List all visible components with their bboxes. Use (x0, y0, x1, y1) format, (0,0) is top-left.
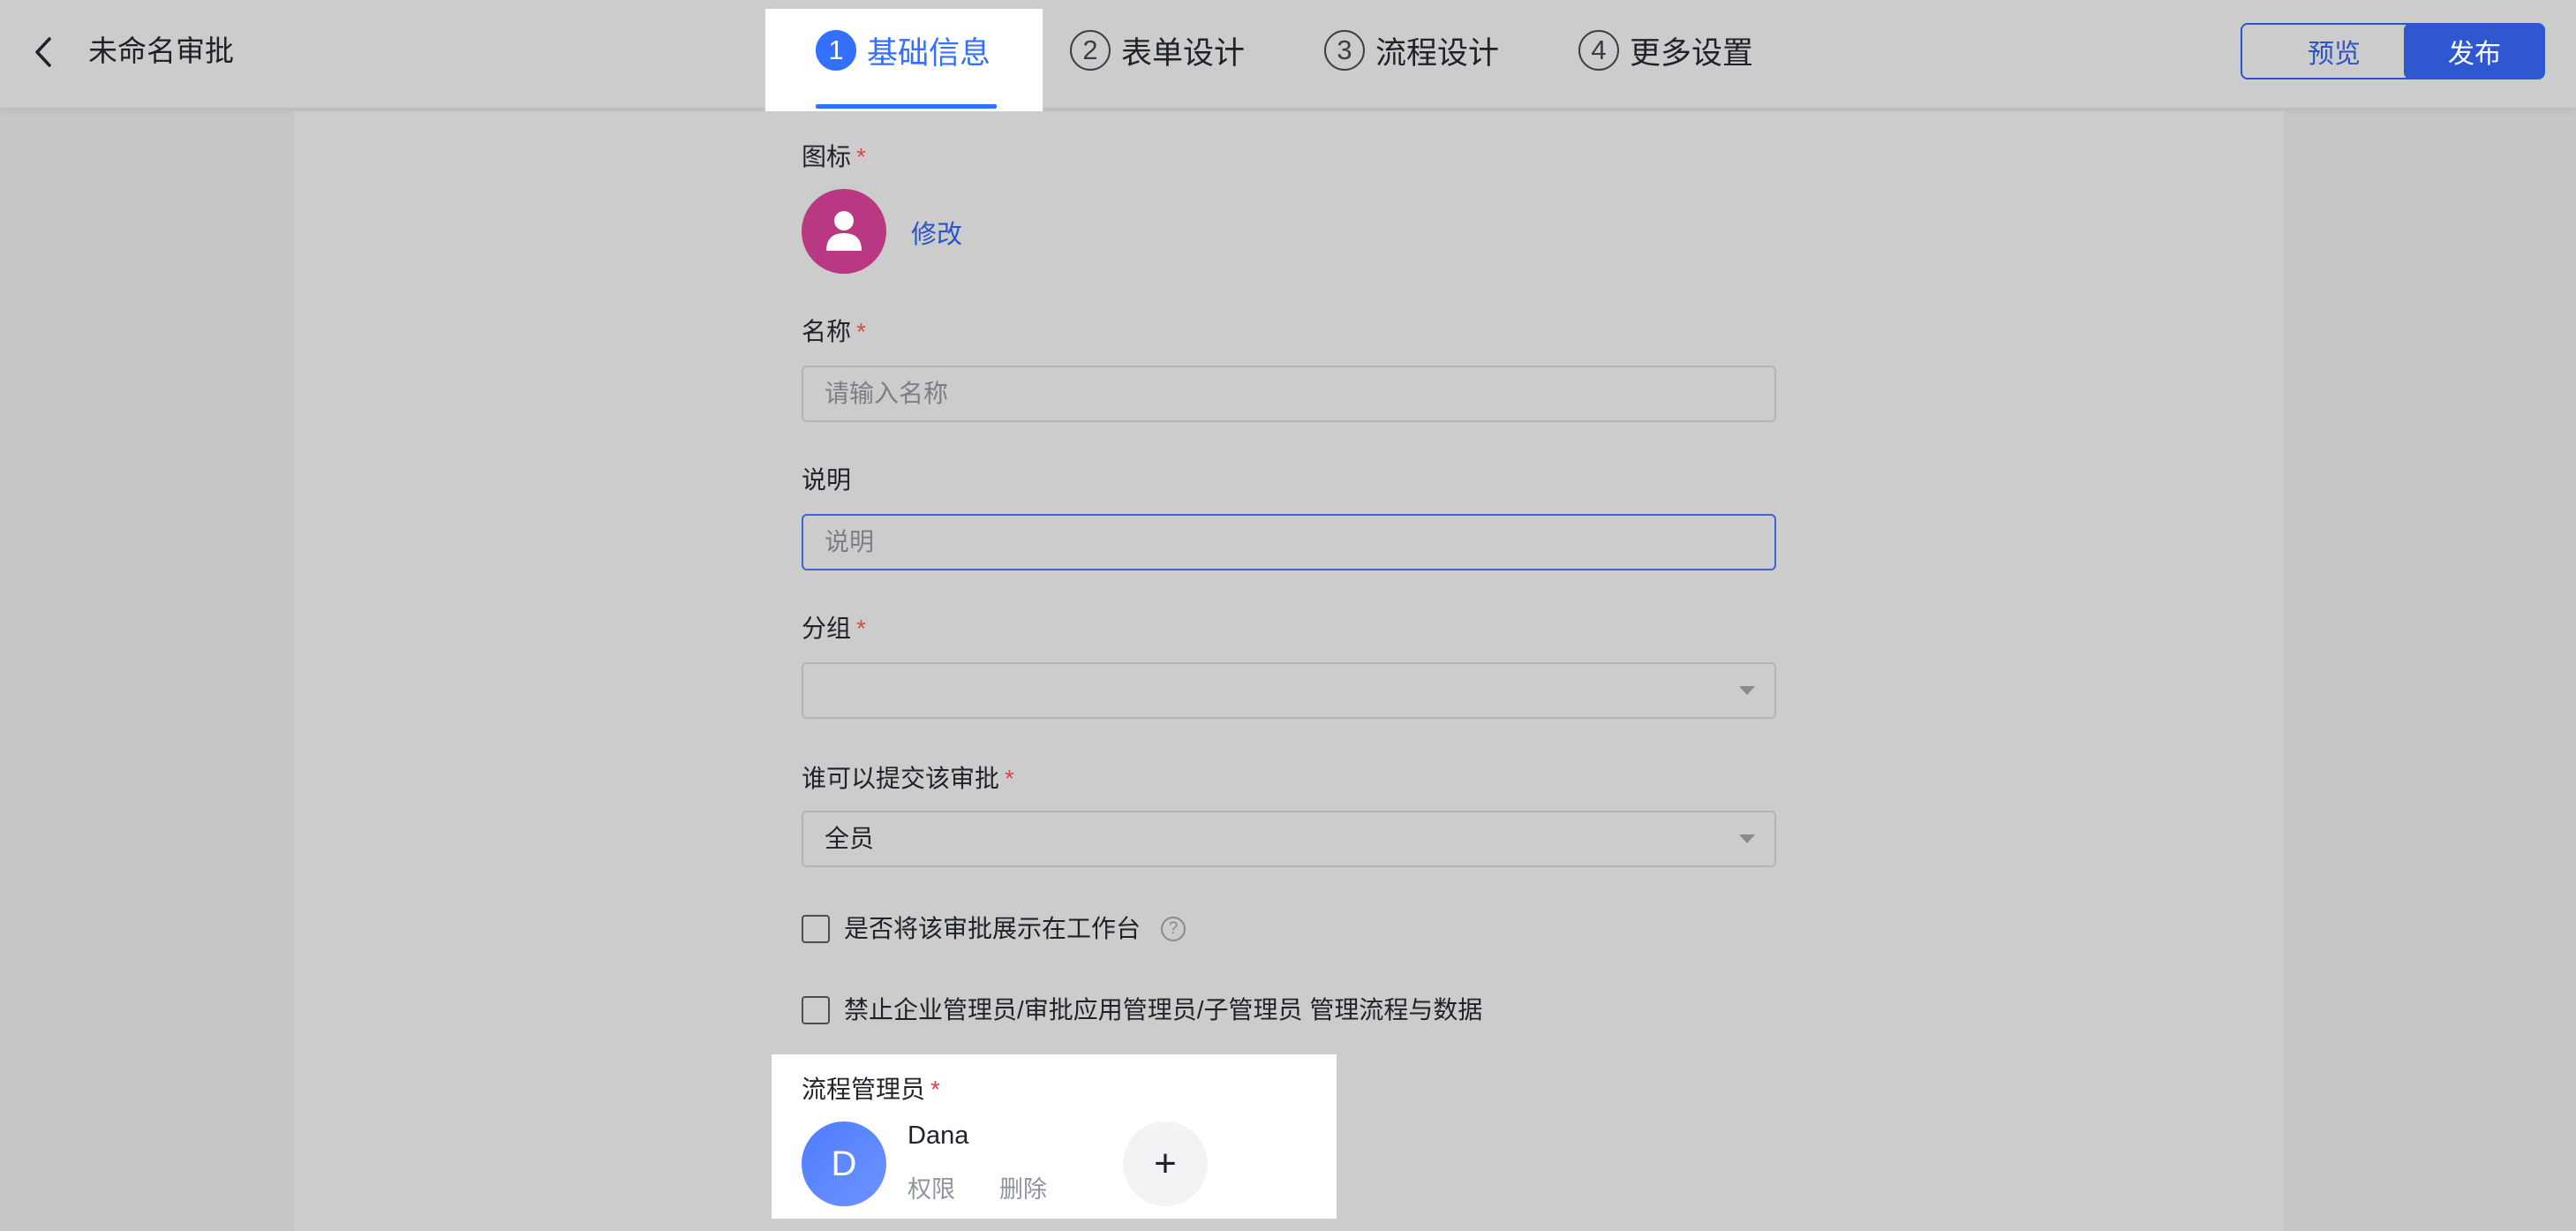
user-icon (826, 211, 862, 251)
tab-more-settings[interactable]: 4 更多设置 (1578, 26, 1753, 74)
modify-icon-link[interactable]: 修改 (911, 214, 962, 251)
label-text: 分组 (802, 615, 852, 642)
icon-field-label: 图标 * (802, 140, 866, 175)
name-input[interactable]: 请输入名称 (802, 366, 1776, 422)
label-text: 谁可以提交该审批 (802, 765, 1000, 792)
manager-name: Dana (908, 1121, 969, 1150)
preview-button[interactable]: 预览 (2241, 23, 2428, 79)
add-manager-button[interactable]: + (1123, 1121, 1208, 1206)
selected-value: 全员 (825, 825, 875, 852)
tab-basic-info[interactable]: 1 基础信息 (816, 26, 990, 74)
top-bar: 未命名审批 1 基础信息 2 表单设计 3 流程设计 4 更多设置 预览 发布 (0, 0, 2576, 117)
dropdown-caret-icon (1739, 686, 1755, 695)
publish-button[interactable]: 发布 (2404, 23, 2545, 79)
forbid-admins-checkbox[interactable] (802, 996, 830, 1024)
description-input[interactable]: 说明 (802, 514, 1776, 570)
submitters-field-label: 谁可以提交该审批 * (802, 761, 1014, 797)
step-number: 2 (1070, 30, 1111, 71)
tab-label: 表单设计 (1121, 35, 1246, 71)
description-field-label: 说明 (802, 466, 852, 494)
help-icon[interactable]: ? (1161, 917, 1186, 941)
group-field-label: 分组 * (802, 611, 866, 646)
required-mark: * (1005, 765, 1014, 792)
tab-label: 基础信息 (867, 35, 991, 71)
forbid-admins-label: 禁止企业管理员/审批应用管理员/子管理员 管理流程与数据 (844, 996, 1483, 1023)
required-mark: * (856, 615, 866, 642)
label-text: 流程管理员 (802, 1076, 926, 1103)
delete-link[interactable]: 删除 (999, 1170, 1047, 1205)
process-managers-label: 流程管理员 * (802, 1072, 940, 1107)
avatar: D (802, 1121, 886, 1206)
tab-process-design[interactable]: 3 流程设计 (1324, 26, 1499, 74)
required-mark: * (930, 1076, 940, 1103)
tab-form-design[interactable]: 2 表单设计 (1070, 26, 1245, 74)
dropdown-caret-icon (1739, 835, 1755, 843)
step-number: 1 (816, 30, 856, 71)
name-field-label: 名称 * (802, 314, 866, 350)
label-text: 图标 (802, 143, 852, 170)
approval-title: 未命名审批 (88, 34, 234, 67)
required-mark: * (856, 143, 866, 170)
tab-label: 更多设置 (1630, 35, 1754, 71)
submitters-select[interactable]: 全员 (802, 811, 1776, 867)
step-number: 4 (1578, 30, 1619, 71)
required-mark: * (856, 318, 866, 345)
group-select[interactable] (802, 662, 1776, 719)
step-number: 3 (1324, 30, 1365, 71)
approval-icon-preview[interactable] (802, 189, 886, 274)
tab-label: 流程设计 (1375, 35, 1500, 71)
active-tab-underline (816, 104, 997, 109)
permission-link[interactable]: 权限 (908, 1170, 955, 1205)
show-in-workbench-label: 是否将该审批展示在工作台 (844, 915, 1141, 942)
back-arrow-icon[interactable] (30, 35, 56, 69)
show-in-workbench-checkbox[interactable] (802, 915, 830, 943)
label-text: 名称 (802, 318, 852, 345)
